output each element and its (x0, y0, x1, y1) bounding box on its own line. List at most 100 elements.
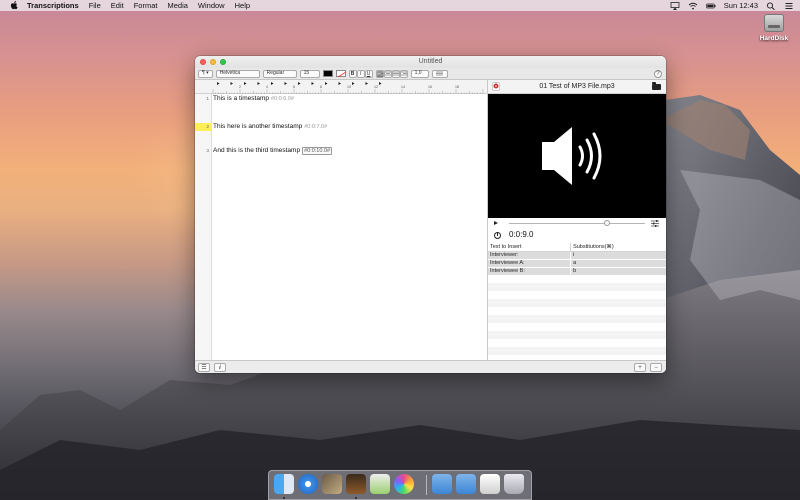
substitution-text[interactable]: Interviewer: (488, 251, 571, 260)
italic-button[interactable]: I (356, 69, 365, 78)
finder-icon[interactable] (274, 474, 294, 494)
text-color-swatch[interactable] (322, 70, 333, 77)
menu-format[interactable]: Format (134, 1, 158, 10)
tab-stop-marker[interactable] (352, 82, 355, 85)
safari-icon[interactable] (298, 474, 318, 494)
playback-settings-icon[interactable] (651, 220, 659, 227)
documents-folder-icon[interactable] (456, 474, 476, 494)
column-header-text[interactable]: Text to Insert (488, 243, 571, 252)
info-button[interactable]: i (214, 363, 226, 372)
window-bottom-bar: ☰ i + − (195, 360, 666, 373)
line-text: And this is the third timestamp (213, 147, 301, 154)
transcript-editor[interactable]: 1 2 3 This is a timestamp #0:0:6.0# This … (195, 94, 487, 360)
menu-window[interactable]: Window (198, 1, 225, 10)
notification-center-icon[interactable] (784, 2, 794, 10)
battery-icon[interactable] (705, 2, 716, 10)
ruler-scale: 2 4 6 8 10 12 14 16 18 (212, 82, 484, 94)
substitution-key[interactable]: b (570, 267, 666, 276)
playback-scrubber[interactable] (509, 223, 645, 224)
tab-stop-marker[interactable] (338, 82, 342, 85)
utility-icon[interactable] (370, 474, 390, 494)
play-icon[interactable] (494, 221, 498, 225)
transcript-line: And this is the third timestamp #0:0:10.0… (213, 147, 333, 155)
menu-help[interactable]: Help (235, 1, 250, 10)
table-row[interactable]: Interviewee A: a (488, 259, 666, 268)
timestamp-link[interactable]: #0:0:6.0# (271, 96, 294, 102)
menu-clock[interactable]: Sun 12:43 (724, 1, 758, 10)
scrubber-knob[interactable] (603, 220, 610, 226)
add-substitution-button[interactable]: + (634, 363, 646, 372)
wifi-icon[interactable] (688, 2, 698, 10)
file-icon[interactable] (480, 474, 500, 494)
remove-substitution-button[interactable]: − (650, 363, 662, 372)
timestamp-link-selected[interactable]: #0:0:10.0# (302, 147, 333, 155)
underline-button[interactable]: U (364, 69, 373, 78)
window-titlebar[interactable]: Untitled (195, 56, 666, 68)
text-ruler[interactable]: 2 4 6 8 10 12 14 16 18 (195, 80, 487, 94)
app-icon[interactable] (346, 474, 366, 494)
menu-app-name[interactable]: Transcriptions (27, 1, 79, 10)
tab-stop-marker[interactable] (379, 82, 382, 85)
paragraph-style-popup[interactable]: ¶ ▾ (198, 69, 213, 78)
table-row[interactable]: Interviewee B: b (488, 267, 666, 276)
line-spacing-popup[interactable]: 1,0 (410, 69, 429, 78)
menu-edit[interactable]: Edit (111, 1, 124, 10)
open-media-folder-icon[interactable] (652, 82, 661, 90)
window-controls (200, 59, 226, 65)
font-size-value: 15 (303, 70, 310, 76)
menu-media[interactable]: Media (167, 1, 187, 10)
font-size-popup[interactable]: 15 (299, 69, 320, 78)
trash-icon[interactable] (504, 474, 524, 494)
alignment-group (375, 69, 408, 78)
timer-icon (494, 232, 501, 239)
substitution-key[interactable]: i (570, 251, 666, 260)
substitution-key[interactable]: a (570, 259, 666, 268)
audio-file-icon (492, 82, 500, 91)
dock-separator (426, 475, 427, 495)
substitution-text[interactable]: Interviewee B: (488, 267, 571, 276)
align-left-button[interactable] (375, 69, 384, 78)
substitution-text[interactable]: Interviewee A: (488, 259, 571, 268)
tab-stop-marker[interactable] (230, 82, 234, 85)
line-number: 3 (206, 148, 209, 153)
font-family-popup[interactable]: Helvetica (215, 69, 260, 78)
align-center-button[interactable] (383, 69, 392, 78)
speaker-icon (542, 127, 602, 185)
align-justify-button[interactable] (391, 69, 400, 78)
airplay-icon[interactable] (670, 1, 680, 10)
bold-button[interactable]: B (348, 69, 357, 78)
tab-stop-marker[interactable] (284, 82, 288, 85)
desktop-drive-icon[interactable]: HardDisk (756, 14, 792, 42)
table-row[interactable]: Interviewer: i (488, 251, 666, 260)
photos-icon[interactable] (322, 474, 342, 494)
align-right-button[interactable] (399, 69, 408, 78)
tab-stop-marker[interactable] (325, 82, 328, 85)
tab-stop-marker[interactable] (244, 82, 247, 85)
help-button[interactable]: ? (654, 70, 662, 78)
timestamp-link[interactable]: #0:0:7.0# (304, 124, 327, 130)
tab-stop-marker[interactable] (217, 82, 220, 85)
tab-stop-marker[interactable] (365, 82, 369, 85)
font-style-popup[interactable]: Regular (262, 69, 297, 78)
zoom-button[interactable] (220, 59, 226, 65)
ruler-label: 18 (455, 85, 459, 89)
format-toolbar: ¶ ▾ Helvetica Regular 15 B I U 1,0 ? (195, 68, 666, 80)
list-view-button[interactable]: ☰ (198, 363, 210, 372)
ruler-label: 6 (293, 85, 295, 89)
itunes-icon[interactable] (394, 474, 414, 494)
tab-stop-marker[interactable] (257, 82, 261, 85)
apple-menu-icon[interactable] (9, 1, 19, 10)
applications-folder-icon[interactable] (432, 474, 452, 494)
menu-file[interactable]: File (89, 1, 101, 10)
list-style-popup[interactable] (431, 69, 448, 78)
minimize-button[interactable] (210, 59, 216, 65)
line-number-highlighted: 2 (195, 123, 212, 131)
tab-stop-marker[interactable] (311, 82, 315, 85)
column-header-substitution[interactable]: Substitutions(⌘) (570, 243, 666, 252)
highlight-color-swatch[interactable] (335, 70, 346, 78)
spotlight-search-icon[interactable] (766, 1, 776, 10)
close-button[interactable] (200, 59, 206, 65)
substitutions-table: Text to Insert Substitutions(⌘) Intervie… (487, 243, 666, 360)
tab-stop-marker[interactable] (298, 82, 301, 85)
tab-stop-marker[interactable] (271, 82, 274, 85)
